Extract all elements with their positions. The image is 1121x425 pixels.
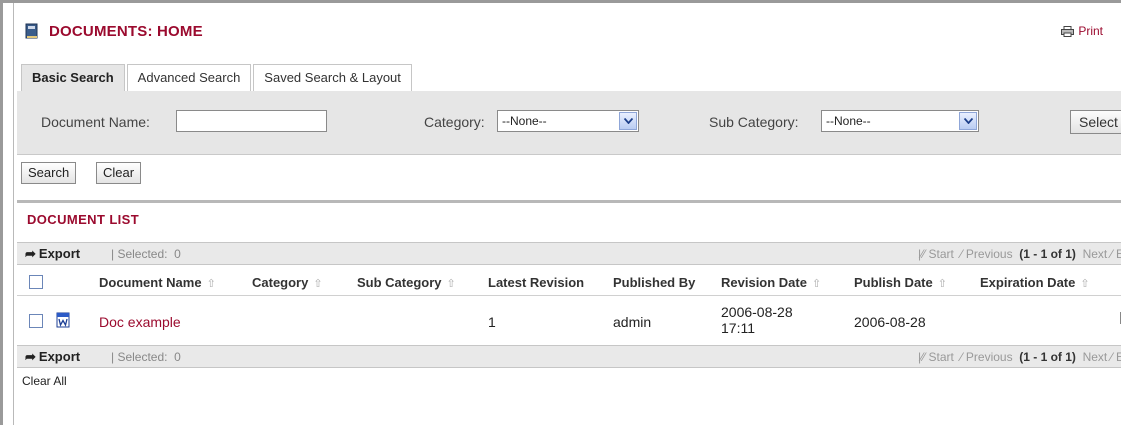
category-select[interactable]: --None-- bbox=[497, 110, 639, 132]
next-page-icon: ⁄ bbox=[1110, 247, 1113, 261]
export-button[interactable]: ➦ Export bbox=[25, 246, 80, 262]
search-tabs: Basic Search Advanced Search Saved Searc… bbox=[21, 64, 414, 91]
tab-basic-search[interactable]: Basic Search bbox=[21, 64, 125, 91]
pager-range: (1 - 1 of 1) bbox=[1019, 247, 1076, 261]
sort-icon: ⇧ bbox=[1080, 278, 1090, 290]
sub-category-select-value: --None-- bbox=[826, 114, 871, 128]
sort-icon: ⇧ bbox=[446, 278, 456, 290]
search-button[interactable]: Search bbox=[21, 162, 77, 184]
sub-category-label: Sub Category: bbox=[709, 114, 799, 130]
arrow-right-icon: ➦ bbox=[25, 246, 36, 261]
title-bar: DOCUMENTS: HOME Print bbox=[17, 17, 1117, 49]
first-page-icon: ⁄⁄ bbox=[921, 350, 926, 364]
document-name-label: Document Name: bbox=[41, 114, 150, 130]
pager-previous[interactable]: Previous bbox=[966, 247, 1013, 261]
documents-window: DOCUMENTS: HOME Print Basic Search Advan… bbox=[0, 0, 1121, 425]
pager: |⁄⁄ Start ⁄ Previous (1 - 1 of 1) Next ⁄… bbox=[918, 247, 1121, 261]
select-button[interactable]: Select bbox=[1070, 110, 1121, 134]
selected-value: 0 bbox=[174, 350, 181, 364]
left-divider bbox=[13, 3, 14, 425]
section-divider bbox=[17, 200, 1121, 203]
revision-time-value: 17:11 bbox=[721, 320, 755, 336]
pager-next[interactable]: Next bbox=[1083, 247, 1108, 261]
document-name-link[interactable]: Doc example bbox=[99, 314, 181, 330]
column-label: Published By bbox=[613, 275, 696, 290]
search-actions: Search Clear bbox=[17, 155, 1121, 193]
column-publish-date[interactable]: Publish Date ⇧ bbox=[854, 275, 947, 290]
sort-icon: ⇧ bbox=[313, 278, 323, 290]
pager-next[interactable]: Next bbox=[1083, 350, 1108, 364]
category-select-value: --None-- bbox=[502, 114, 547, 128]
column-category[interactable]: Category ⇧ bbox=[252, 275, 323, 290]
pager-end[interactable]: E bbox=[1116, 247, 1121, 261]
next-page-icon: ⁄ bbox=[1110, 350, 1113, 364]
arrow-right-icon: ➦ bbox=[25, 349, 36, 364]
column-latest-revision: Latest Revision bbox=[488, 275, 584, 290]
pager-start[interactable]: Start bbox=[929, 350, 954, 364]
pager-end[interactable]: E bbox=[1116, 350, 1121, 364]
column-label: Category bbox=[252, 275, 309, 290]
column-expiration-date[interactable]: Expiration Date ⇧ bbox=[980, 275, 1090, 290]
export-label: Export bbox=[38, 246, 81, 261]
column-label: Expiration Date bbox=[980, 275, 1076, 290]
tab-advanced-search[interactable]: Advanced Search bbox=[126, 64, 252, 91]
list-toolbar-bottom: ➦ Export | Selected: 0 |⁄⁄ Start ⁄ Previo… bbox=[17, 345, 1121, 368]
row-checkbox[interactable] bbox=[29, 314, 43, 328]
document-name-input[interactable] bbox=[176, 110, 327, 132]
pager: |⁄⁄ Start ⁄ Previous (1 - 1 of 1) Next ⁄… bbox=[918, 350, 1121, 364]
column-label: Document Name bbox=[99, 275, 202, 290]
column-sub-category[interactable]: Sub Category ⇧ bbox=[357, 275, 456, 290]
selected-label: Selected: bbox=[117, 350, 168, 364]
table-header: Document Name ⇧ Category ⇧ Sub Category ⇧ L… bbox=[17, 270, 1121, 296]
column-published-by: Published By bbox=[613, 275, 695, 290]
export-button[interactable]: ➦ Export bbox=[25, 349, 80, 365]
selected-count: | Selected: 0 bbox=[111, 247, 181, 261]
column-label: Revision Date bbox=[721, 275, 807, 290]
column-label: Sub Category bbox=[357, 275, 442, 290]
tab-saved-search-layout[interactable]: Saved Search & Layout bbox=[253, 64, 412, 91]
sort-icon: ⇧ bbox=[811, 278, 822, 290]
word-doc-icon[interactable] bbox=[56, 312, 70, 328]
selected-label: Selected: bbox=[117, 247, 168, 261]
pager-start[interactable]: Start bbox=[929, 247, 954, 261]
print-link[interactable]: Print bbox=[1061, 24, 1103, 38]
prev-page-icon: ⁄ bbox=[960, 247, 963, 261]
sub-category-select[interactable]: --None-- bbox=[821, 110, 979, 132]
latest-revision-cell: 1 bbox=[488, 314, 496, 330]
column-document-name[interactable]: Document Name ⇧ bbox=[99, 275, 216, 290]
printer-icon bbox=[1061, 25, 1075, 37]
select-all-checkbox[interactable] bbox=[29, 275, 43, 289]
sort-icon: ⇧ bbox=[937, 278, 947, 290]
revision-date-value: 2006-08-28 bbox=[721, 304, 793, 320]
column-label: Publish Date bbox=[854, 275, 933, 290]
selected-value: 0 bbox=[174, 247, 181, 261]
sort-icon: ⇧ bbox=[206, 278, 216, 290]
pager-previous[interactable]: Previous bbox=[966, 350, 1013, 364]
publish-date-cell: 2006-08-28 bbox=[854, 314, 926, 330]
export-label: Export bbox=[38, 349, 81, 364]
first-page-icon: ⁄⁄ bbox=[921, 247, 926, 261]
pager-range: (1 - 1 of 1) bbox=[1019, 350, 1076, 364]
chevron-down-icon bbox=[959, 112, 977, 130]
list-toolbar-top: ➦ Export | Selected: 0 |⁄⁄ Start ⁄ Previo… bbox=[17, 242, 1121, 265]
category-label: Category: bbox=[424, 114, 485, 130]
chevron-down-icon bbox=[619, 112, 637, 130]
book-icon bbox=[25, 23, 38, 39]
print-label: Print bbox=[1078, 24, 1103, 38]
table-row: Doc example 1 admin 2006-08-28 17:11 200… bbox=[17, 296, 1121, 345]
published-by-cell: admin bbox=[613, 314, 652, 330]
column-revision-date[interactable]: Revision Date ⇧ bbox=[721, 275, 821, 290]
column-label: Latest Revision bbox=[488, 275, 585, 290]
page-title: DOCUMENTS: HOME bbox=[49, 23, 203, 40]
document-list-title: DOCUMENT LIST bbox=[27, 212, 140, 227]
clear-all-link[interactable]: Clear All bbox=[22, 374, 67, 388]
selected-count: | Selected: 0 bbox=[111, 350, 181, 364]
revision-date-cell: 2006-08-28 17:11 bbox=[721, 304, 793, 336]
prev-page-icon: ⁄ bbox=[960, 350, 963, 364]
search-panel: Document Name: Category: --None-- Sub Ca… bbox=[17, 91, 1121, 155]
clear-button[interactable]: Clear bbox=[96, 162, 142, 184]
